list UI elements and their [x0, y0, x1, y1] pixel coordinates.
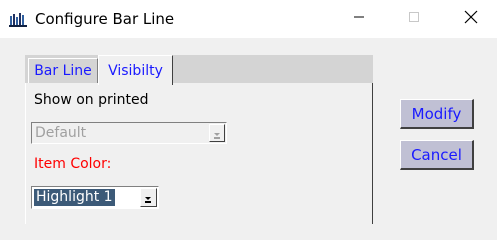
- title-bar[interactable]: Configure Bar Line: [0, 0, 497, 38]
- dropdown-button[interactable]: [140, 188, 157, 207]
- minimize-icon: [353, 10, 365, 28]
- show-on-printed-select[interactable]: Default: [31, 122, 227, 144]
- close-icon: [464, 10, 478, 29]
- chevron-down-icon: [214, 133, 220, 136]
- show-on-printed-value: Default: [35, 125, 87, 141]
- item-color-label: Item Color:: [34, 156, 112, 172]
- maximize-button[interactable]: [391, 0, 437, 38]
- dialog-window: Configure Bar Line Bar Line Visibilty Sh…: [0, 0, 497, 224]
- modify-button[interactable]: Modify: [400, 99, 474, 129]
- dropdown-button[interactable]: [209, 124, 225, 142]
- item-color-value: Highlight 1: [34, 189, 115, 206]
- tab-visibility[interactable]: Visibilty: [98, 55, 173, 85]
- show-on-printed-label: Show on printed: [34, 92, 149, 108]
- minimize-button[interactable]: [336, 0, 382, 38]
- window-title: Configure Bar Line: [35, 10, 175, 28]
- chevron-down-icon: [145, 197, 151, 200]
- maximize-icon: [408, 10, 420, 28]
- item-color-select[interactable]: Highlight 1: [31, 186, 159, 209]
- cancel-button[interactable]: Cancel: [400, 140, 474, 170]
- tab-strip: Bar Line Visibilty: [25, 55, 373, 85]
- tab-bar-line[interactable]: Bar Line: [28, 58, 98, 83]
- close-button[interactable]: [448, 0, 494, 38]
- barline-app-icon: [9, 12, 27, 27]
